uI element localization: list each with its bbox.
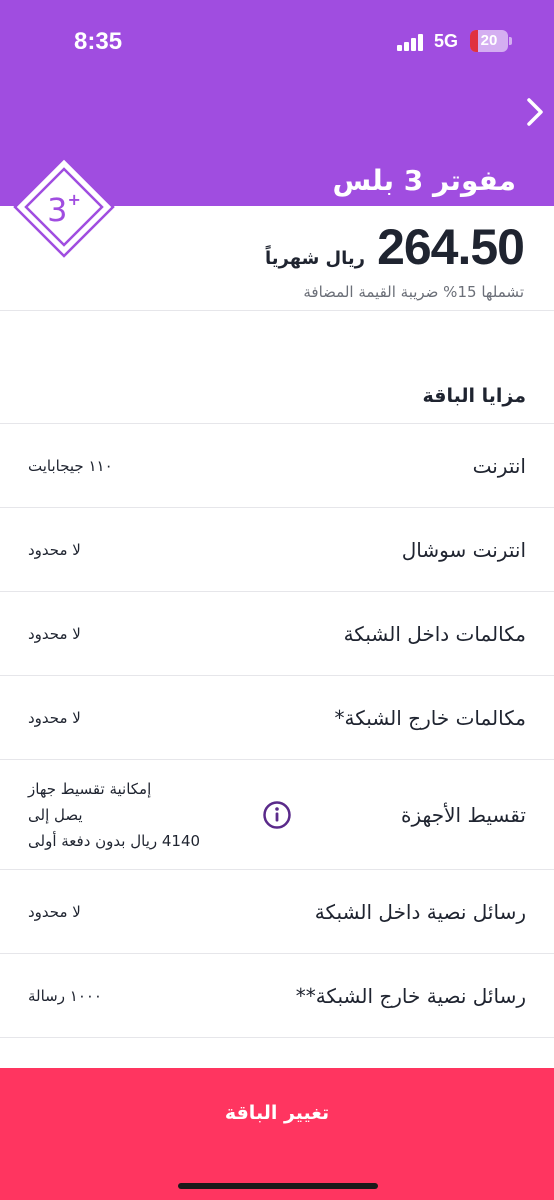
feature-label: تقسيط الأجهزة (401, 802, 526, 827)
feature-value: ١١٠ جيجابايت (28, 456, 113, 475)
feature-row-social-internet: انترنت سوشال لا محدود (0, 508, 554, 592)
feature-row-onnet-calls: مكالمات داخل الشبكة لا محدود (0, 592, 554, 676)
info-icon[interactable] (262, 800, 292, 830)
home-indicator[interactable] (178, 1183, 378, 1189)
feature-value-line: إمكانية تقسيط جهاز (28, 779, 152, 798)
battery-icon: 20 (470, 30, 508, 52)
network-type: 5G (434, 31, 459, 51)
price-value: 264.50 (377, 219, 525, 275)
chevron-right-icon[interactable] (520, 92, 550, 132)
feature-row-offnet-sms: رسائل نصية خارج الشبكة** ١٠٠٠ رسالة (0, 954, 554, 1038)
cellular-signal-icon (397, 33, 427, 51)
feature-value: لا محدود (28, 902, 81, 921)
feature-value: لا محدود (28, 708, 81, 727)
plan-badge-plus: + (67, 190, 81, 209)
change-plan-button[interactable]: تغيير الباقة (0, 1068, 554, 1200)
feature-label: رسائل نصية خارج الشبكة** (295, 983, 526, 1008)
plan-name: مفوتر 3 بلس (332, 164, 517, 197)
plan-badge-label: 3+ (12, 190, 116, 229)
features-title: مزايا الباقة (422, 385, 526, 407)
feature-label: رسائل نصية داخل الشبكة (314, 899, 526, 924)
change-plan-label: تغيير الباقة (224, 1102, 330, 1124)
feature-label: انترنت سوشال (401, 537, 526, 562)
status-time: 8:35 (74, 28, 123, 55)
plan-badge-number: 3 (47, 191, 68, 229)
feature-value: إمكانية تقسيط جهاز يصل إلى 4140 ريال بدو… (28, 776, 248, 854)
feature-row-device-installment: تقسيط الأجهزة إمكانية تقسيط جهاز يصل إلى… (0, 760, 554, 870)
feature-label: انترنت (472, 453, 526, 478)
feature-row-internet: انترنت ١١٠ جيجابايت (0, 424, 554, 508)
divider (0, 310, 554, 311)
feature-value: ١٠٠٠ رسالة (28, 986, 102, 1005)
feature-value: لا محدود (28, 540, 81, 559)
price-row: 264.50 ريال شهرياً (264, 218, 525, 276)
features-list: انترنت ١١٠ جيجابايت انترنت سوشال لا محدو… (0, 424, 554, 1038)
feature-label: مكالمات خارج الشبكة* (334, 705, 526, 730)
vat-note: تشملها 15% ضريبة القيمة المضافة (303, 283, 524, 301)
feature-value-line: 4140 ريال بدون دفعة أولى (28, 831, 201, 850)
status-bar: 8:35 5G 20 (0, 0, 554, 86)
battery-level: 20 (480, 32, 498, 49)
feature-value-line: يصل إلى (28, 805, 83, 824)
price-unit: ريال شهرياً (264, 248, 366, 269)
feature-row-offnet-calls: مكالمات خارج الشبكة* لا محدود (0, 676, 554, 760)
feature-label: مكالمات داخل الشبكة (343, 621, 526, 646)
battery-tip (509, 37, 512, 45)
feature-value: لا محدود (28, 624, 81, 643)
feature-row-onnet-sms: رسائل نصية داخل الشبكة لا محدود (0, 870, 554, 954)
